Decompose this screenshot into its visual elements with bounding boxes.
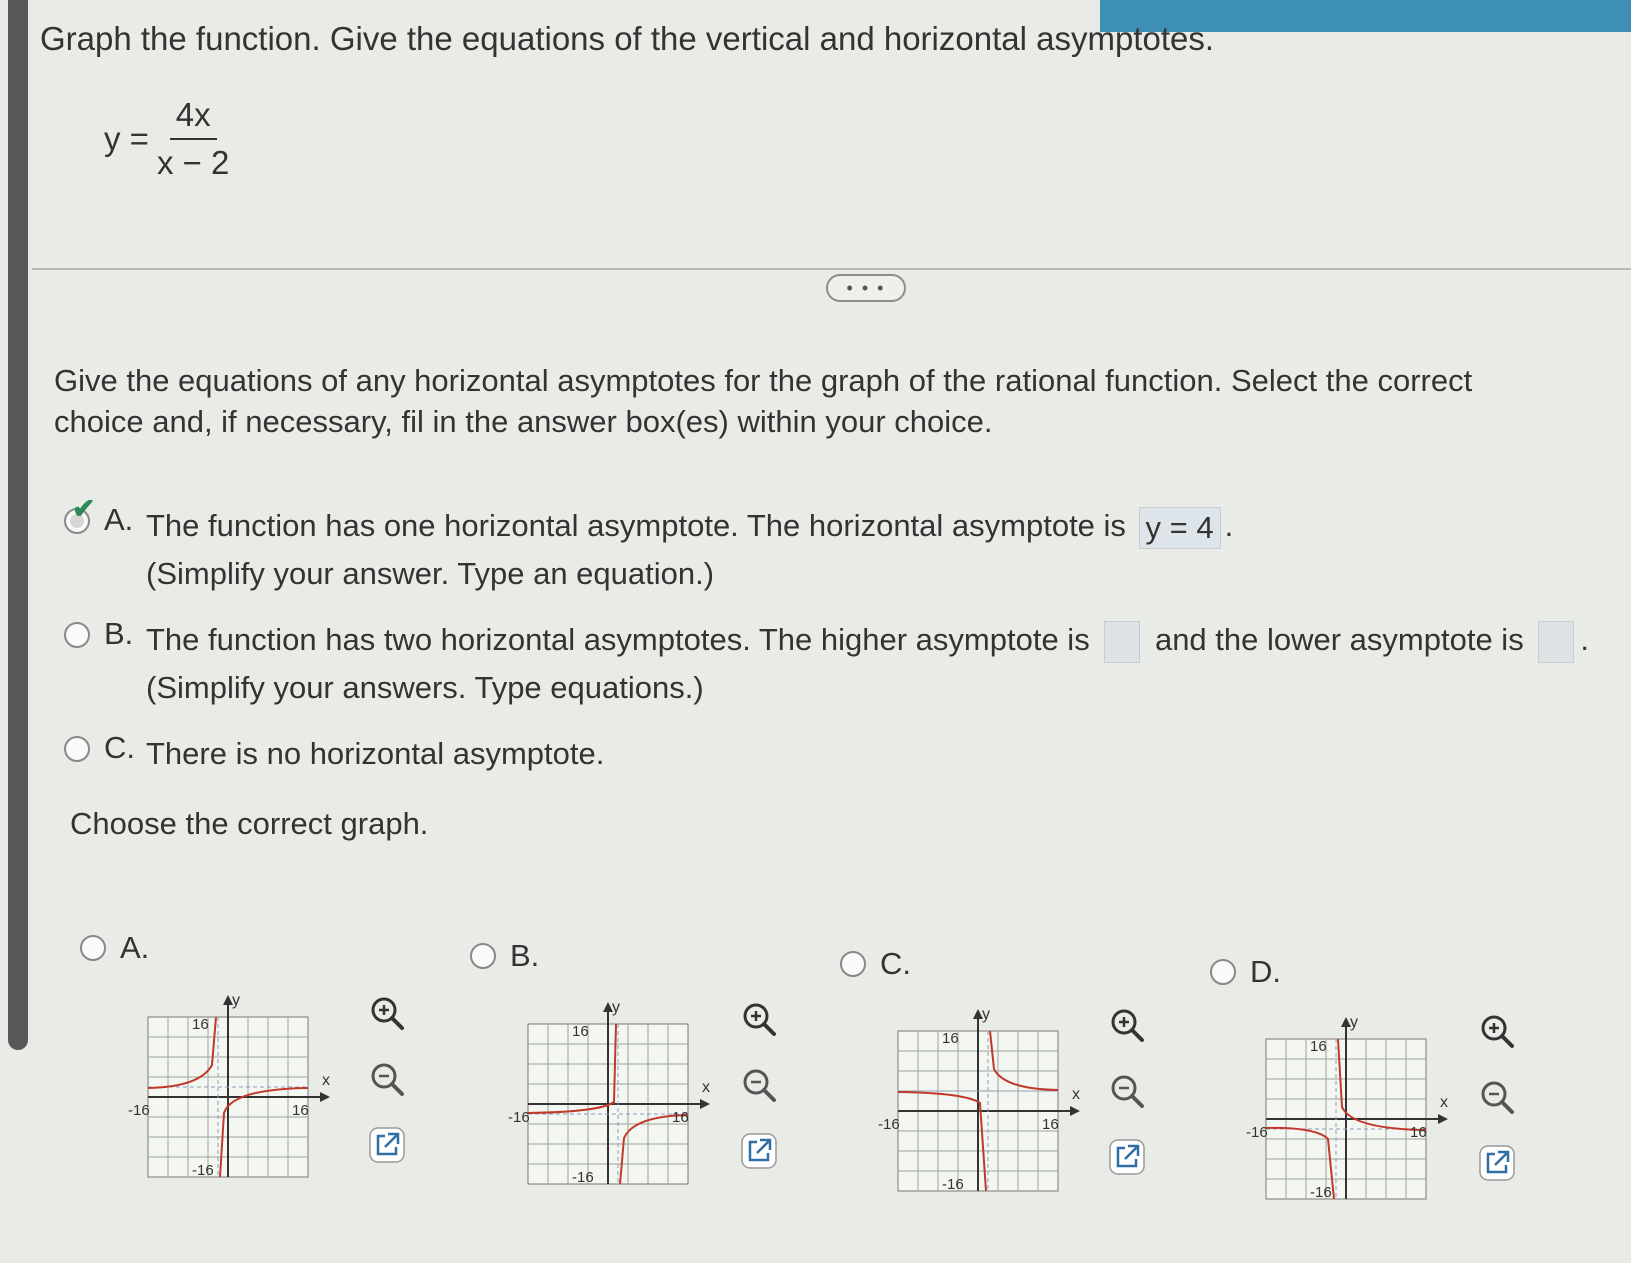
zoom-out-icon[interactable]: [1104, 1068, 1150, 1114]
choice-c-letter: C.: [104, 730, 135, 765]
scrollbar[interactable]: [8, 0, 28, 1050]
zoom-in-icon[interactable]: [1474, 1008, 1520, 1054]
equation-numerator: 4x: [169, 96, 217, 140]
answer-box-a[interactable]: y = 4: [1138, 506, 1221, 549]
choice-b-text-2: and the lower asymptote is: [1154, 622, 1524, 657]
answer-box-b-higher[interactable]: [1104, 620, 1141, 663]
x-min-label: -16: [508, 1109, 530, 1126]
choice-a-end: .: [1224, 508, 1234, 543]
y-min-label: -16: [192, 1162, 214, 1179]
zoom-in-icon[interactable]: [736, 996, 782, 1042]
x-axis-arrow: [700, 1099, 710, 1109]
equation-lhs: y =: [104, 120, 149, 157]
x-axis-label: x: [322, 1072, 330, 1089]
graph-d-tools: [1472, 1008, 1522, 1206]
question-title: Graph the function. Give the equations o…: [40, 20, 1215, 57]
y-axis-label: y: [612, 999, 620, 1016]
choice-b-text: The function has two horizontal asymptot…: [146, 622, 1090, 657]
graph-option-d[interactable]: D.: [1210, 954, 1281, 990]
x-axis-label: x: [702, 1079, 710, 1096]
equation-fraction: 4x x − 2: [157, 96, 229, 182]
graph-c[interactable]: y x 16 -16 -16 16: [870, 999, 1090, 1199]
graph-d[interactable]: y x 16 -16 -16 16: [1238, 1007, 1458, 1207]
graph-a-tools: [362, 990, 412, 1188]
x-min-label: -16: [878, 1116, 900, 1133]
x-axis-label: x: [1440, 1094, 1448, 1111]
graph-option-a[interactable]: A.: [80, 930, 149, 966]
graph-c-letter: C.: [880, 946, 911, 981]
graph-a[interactable]: y x 16 -16 -16 16: [120, 985, 340, 1185]
zoom-out-icon[interactable]: [736, 1062, 782, 1108]
graph-a-letter: A.: [120, 930, 150, 965]
choice-c-text: There is no horizontal asymptote.: [146, 736, 605, 771]
open-external-icon[interactable]: [1104, 1134, 1150, 1180]
function-equation: y = 4x x − 2: [104, 96, 229, 182]
graph-d-letter: D.: [1250, 954, 1281, 989]
expand-more-button[interactable]: • • •: [826, 274, 906, 302]
graph-d-radio[interactable]: [1210, 959, 1236, 985]
x-max-label: 16: [1410, 1124, 1427, 1141]
y-max-label: 16: [1310, 1038, 1327, 1055]
x-axis-label: x: [1072, 1086, 1080, 1103]
x-axis-arrow: [1070, 1106, 1080, 1116]
checkmark-icon: ✔: [72, 493, 96, 524]
x-max-label: 16: [672, 1109, 689, 1126]
x-max-label: 16: [292, 1102, 309, 1119]
graph-a-radio[interactable]: [80, 935, 106, 961]
x-max-label: 16: [1042, 1116, 1059, 1133]
y-max-label: 16: [942, 1030, 959, 1047]
choice-b-letter: B.: [104, 616, 134, 651]
part-prompt: Give the equations of any horizontal asy…: [54, 363, 1473, 439]
choice-c-radio[interactable]: [64, 736, 90, 762]
choice-b[interactable]: B. The function has two horizontal asymp…: [64, 616, 1589, 712]
zoom-out-icon[interactable]: [364, 1056, 410, 1102]
choice-a-text: The function has one horizontal asymptot…: [146, 508, 1126, 543]
open-external-icon[interactable]: [736, 1128, 782, 1174]
graph-b-radio[interactable]: [470, 943, 496, 969]
graph-b[interactable]: y x 16 -16 -16 16: [500, 992, 720, 1192]
graph-c-tools: [1102, 1002, 1152, 1200]
y-axis-label: y: [232, 992, 240, 1009]
open-external-icon[interactable]: [364, 1122, 410, 1168]
y-axis-label: y: [982, 1006, 990, 1023]
choice-a-hint: (Simplify your answer. Type an equation.…: [146, 556, 715, 591]
equation-denominator: x − 2: [156, 144, 230, 181]
y-min-label: -16: [942, 1176, 964, 1193]
graph-b-letter: B.: [510, 938, 540, 973]
choice-c[interactable]: C. There is no horizontal asymptote.: [64, 730, 604, 778]
choice-b-hint: (Simplify your answers. Type equations.): [146, 670, 704, 705]
x-min-label: -16: [128, 1102, 150, 1119]
y-min-label: -16: [1310, 1184, 1332, 1201]
graph-b-tools: [734, 996, 784, 1194]
choice-a[interactable]: ✔ A. The function has one horizontal asy…: [64, 493, 1234, 598]
question-content: Graph the function. Give the equations o…: [32, 0, 1631, 1263]
graph-option-b[interactable]: B.: [470, 938, 539, 974]
x-axis-arrow: [320, 1092, 330, 1102]
x-min-label: -16: [1246, 1124, 1268, 1141]
graph-c-radio[interactable]: [840, 951, 866, 977]
y-max-label: 16: [572, 1023, 589, 1040]
zoom-out-icon[interactable]: [1474, 1074, 1520, 1120]
open-external-icon[interactable]: [1474, 1140, 1520, 1186]
answer-box-b-lower[interactable]: [1538, 620, 1575, 663]
choice-b-radio[interactable]: [64, 622, 90, 648]
section-divider: [32, 268, 1631, 270]
choice-b-end: .: [1580, 622, 1589, 657]
graph-option-c[interactable]: C.: [840, 946, 911, 982]
graph-prompt: Choose the correct graph.: [70, 806, 429, 841]
y-min-label: -16: [572, 1169, 594, 1186]
y-max-label: 16: [192, 1016, 209, 1033]
zoom-in-icon[interactable]: [1104, 1002, 1150, 1048]
x-axis-arrow: [1438, 1114, 1448, 1124]
y-axis-label: y: [1350, 1014, 1358, 1031]
choice-a-letter: A.: [104, 502, 134, 537]
zoom-in-icon[interactable]: [364, 990, 410, 1036]
